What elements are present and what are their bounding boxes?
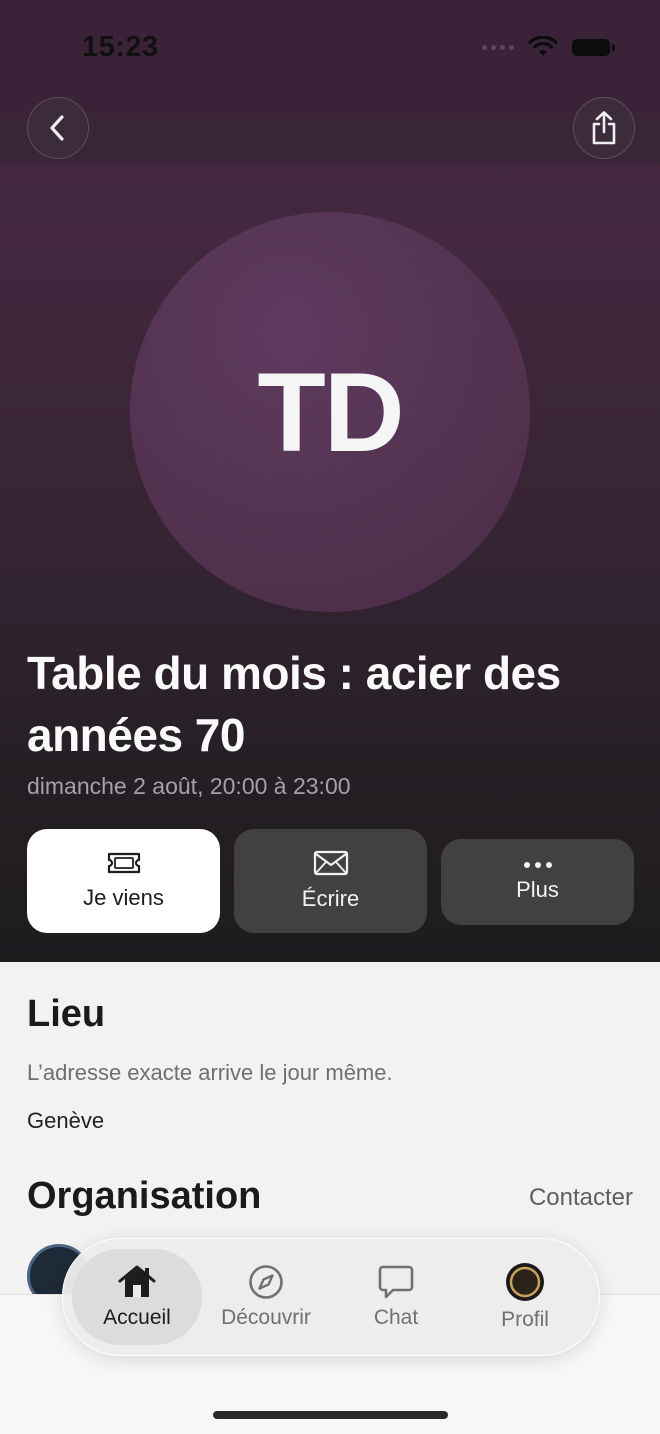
location-note: L’adresse exacte arrive le jour même.: [27, 1060, 393, 1085]
tab-decouvrir[interactable]: Découvrir: [201, 1239, 331, 1355]
profile-avatar-icon: [506, 1263, 544, 1301]
home-indicator: [213, 1411, 448, 1419]
status-time: 15:23: [82, 31, 159, 63]
chat-bubble-icon: [378, 1265, 414, 1299]
event-initials: TD: [257, 349, 404, 475]
event-avatar: TD: [130, 212, 530, 612]
tab-decouvrir-label: Découvrir: [221, 1306, 311, 1329]
more-label: Plus: [516, 877, 559, 902]
event-header: 15:23 TD Table du mois : acier des année…: [0, 0, 660, 962]
wifi-icon: [528, 36, 558, 56]
compass-icon: [249, 1265, 283, 1299]
envelope-icon: [313, 850, 348, 876]
write-label: Écrire: [301, 886, 360, 911]
tab-accueil[interactable]: Accueil: [72, 1239, 202, 1355]
attend-label: Je viens: [83, 885, 164, 910]
cellular-signal-icon: [482, 44, 514, 50]
tab-bar: Accueil Découvrir Chat Profil: [62, 1238, 600, 1356]
event-title: Table du mois : acier des années 70: [27, 647, 561, 761]
location-title: Lieu: [27, 993, 106, 1035]
share-button[interactable]: [573, 97, 635, 159]
organisation-title: Organisation: [27, 1175, 262, 1217]
event-datetime: dimanche 2 août, 20:00 à 23:00: [27, 773, 351, 799]
attend-button[interactable]: Je viens: [27, 829, 220, 933]
more-dots-icon: [523, 862, 552, 868]
chevron-left-icon: [50, 115, 64, 141]
tab-profil-label: Profil: [501, 1308, 549, 1331]
ticket-icon: [107, 852, 140, 874]
battery-icon: [572, 38, 615, 56]
top-bar: 15:23: [0, 0, 660, 164]
status-icons: [482, 36, 615, 58]
tab-accueil-label: Accueil: [103, 1306, 171, 1329]
home-icon: [118, 1265, 156, 1297]
location-city: Genève: [27, 1108, 105, 1133]
tab-profil[interactable]: Profil: [460, 1239, 590, 1355]
tab-chat[interactable]: Chat: [331, 1239, 461, 1355]
tab-chat-label: Chat: [373, 1306, 419, 1329]
back-button[interactable]: [27, 97, 89, 159]
more-button[interactable]: Plus: [441, 839, 634, 925]
write-button[interactable]: Écrire: [234, 829, 427, 933]
contact-link[interactable]: Contacter: [529, 1184, 633, 1212]
share-icon: [592, 111, 616, 145]
